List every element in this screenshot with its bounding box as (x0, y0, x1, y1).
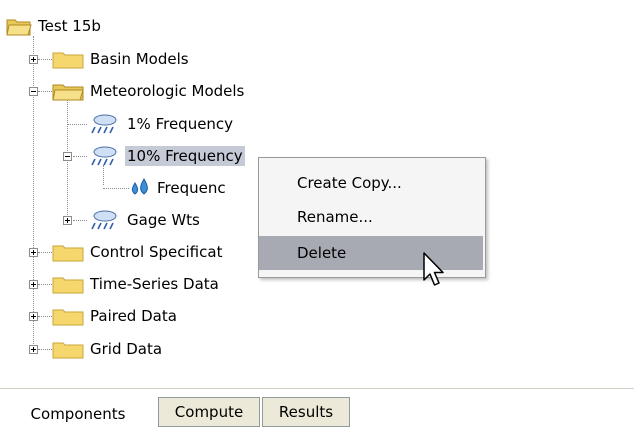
folder-icon (52, 245, 84, 262)
expand-paired-data[interactable] (29, 312, 38, 321)
tree-item-time-series-data[interactable]: Time-Series Data (52, 271, 221, 297)
tree-item-1pct-frequency[interactable]: 1% Frequency (89, 111, 235, 137)
mouse-pointer-icon (423, 252, 444, 286)
tab-components[interactable]: Components (0, 399, 156, 429)
tree-item-label: 1% Frequency (127, 115, 234, 133)
menu-item-label: Rename... (297, 208, 373, 226)
tree-line (38, 252, 52, 253)
menu-item-rename[interactable]: Rename... (259, 200, 483, 234)
tree-line (67, 124, 87, 125)
tree-item-frequency-precip[interactable]: Frequenc (129, 175, 228, 201)
tab-label: Components (30, 405, 126, 423)
tree-item-10pct-frequency[interactable]: 10% Frequency (89, 143, 245, 169)
tree-item-label: Meteorologic Models (90, 82, 245, 100)
tree-item-control-specifications[interactable]: Control Specificat (52, 239, 224, 265)
expand-time-series-data[interactable] (29, 280, 38, 289)
tree-item-label: Gage Wts (127, 211, 200, 229)
explorer-tabs: Components Compute Results (0, 396, 634, 429)
expand-control-specifications[interactable] (29, 248, 38, 257)
folder-icon (52, 52, 84, 69)
tree-line (38, 316, 52, 317)
tree-line (33, 36, 34, 352)
tree-item-label: Control Specificat (90, 243, 223, 261)
menu-item-delete[interactable]: Delete (259, 236, 483, 270)
tree-line (38, 349, 52, 350)
tab-label: Compute (174, 403, 244, 421)
collapse-10pct-frequency[interactable] (63, 152, 72, 161)
tab-compute[interactable]: Compute (158, 397, 260, 427)
tree-item-label: Grid Data (90, 340, 163, 358)
tree-line (38, 284, 52, 285)
open-folder-icon (6, 19, 32, 36)
menu-item-create-copy[interactable]: Create Copy... (259, 166, 483, 200)
tree-item-label: 10% Frequency (125, 146, 245, 166)
collapse-meteorologic-models[interactable] (29, 87, 38, 96)
tree-line (73, 220, 87, 221)
folder-icon (52, 309, 84, 326)
tree-item-basin-models[interactable]: Basin Models (52, 46, 191, 72)
storm-cloud-icon (91, 114, 117, 134)
open-folder-icon (52, 84, 84, 101)
tree-item-label: Frequenc (157, 179, 226, 197)
context-menu: Create Copy... Rename... Delete (258, 157, 486, 278)
storm-cloud-icon (91, 210, 117, 230)
tree-line (38, 59, 52, 60)
menu-item-label: Delete (297, 244, 347, 262)
tree-line (73, 156, 87, 157)
water-drop-icon (131, 177, 148, 195)
tree-item-label: Time-Series Data (90, 275, 219, 293)
folder-icon (52, 277, 84, 294)
tree-item-root[interactable]: Test 15b (6, 13, 103, 39)
tree-item-paired-data[interactable]: Paired Data (52, 303, 179, 329)
expand-gage-wts[interactable] (63, 216, 72, 225)
folder-icon (52, 342, 84, 359)
storm-cloud-icon (91, 146, 117, 166)
menu-item-label: Create Copy... (297, 174, 402, 192)
tree-item-label: Test 15b (38, 17, 101, 35)
expand-grid-data[interactable] (29, 345, 38, 354)
tree-item-label: Paired Data (90, 307, 177, 325)
tree-item-gage-wts[interactable]: Gage Wts (89, 207, 202, 233)
tree-item-meteorologic-models[interactable]: Meteorologic Models (52, 78, 246, 104)
tab-results[interactable]: Results (262, 397, 350, 427)
tree-line (103, 188, 129, 189)
tree-item-label: Basin Models (90, 50, 189, 68)
expand-basin-models[interactable] (29, 55, 38, 64)
tree-item-grid-data[interactable]: Grid Data (52, 336, 164, 362)
tree-line (38, 91, 52, 92)
tab-label: Results (278, 403, 334, 421)
